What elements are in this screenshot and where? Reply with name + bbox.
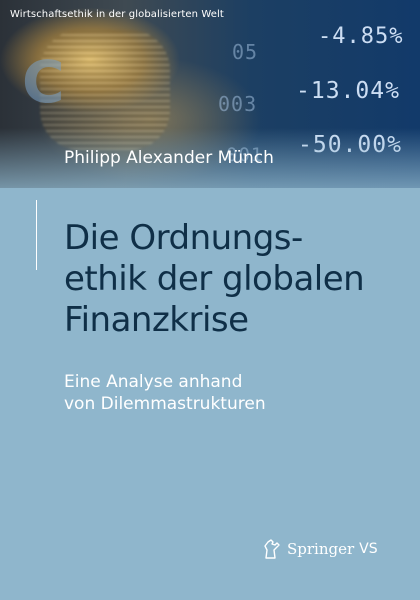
book-title: Die Ordnungs- ethik der globalen Finanzk… <box>64 218 404 341</box>
ticker-value-top: -4.85% <box>318 24 404 49</box>
book-title-line: Finanzkrise <box>64 300 249 340</box>
background-letter: C <box>22 48 65 116</box>
book-subtitle-line: Eine Analyse anhand <box>64 372 243 392</box>
ticker-fragment-middle: 003 <box>218 92 258 116</box>
publisher-logo: Springer VS <box>262 538 378 560</box>
book-cover: C 05 -4.85% 003 -13.04% 001 -50.00% Wirt… <box>0 0 420 600</box>
series-title: Wirtschaftsethik in der globalisierten W… <box>10 9 224 20</box>
book-title-line: Die Ordnungs- <box>64 218 303 258</box>
ticker-value-middle: -13.04% <box>296 78 400 104</box>
publisher-imprint: VS <box>359 541 378 557</box>
title-divider-line <box>36 200 37 270</box>
springer-horse-icon <box>264 539 280 559</box>
ticker-value-bottom: -50.00% <box>298 132 402 158</box>
publisher-name: Springer <box>287 540 355 558</box>
book-title-line: ethik der globalen <box>64 259 365 299</box>
book-subtitle-line: von Dilemmastrukturen <box>64 394 266 414</box>
author-name: Philipp Alexander Münch <box>64 148 274 168</box>
ticker-fragment-top: 05 <box>232 40 259 64</box>
book-subtitle: Eine Analyse anhand von Dilemmastrukture… <box>64 371 384 415</box>
